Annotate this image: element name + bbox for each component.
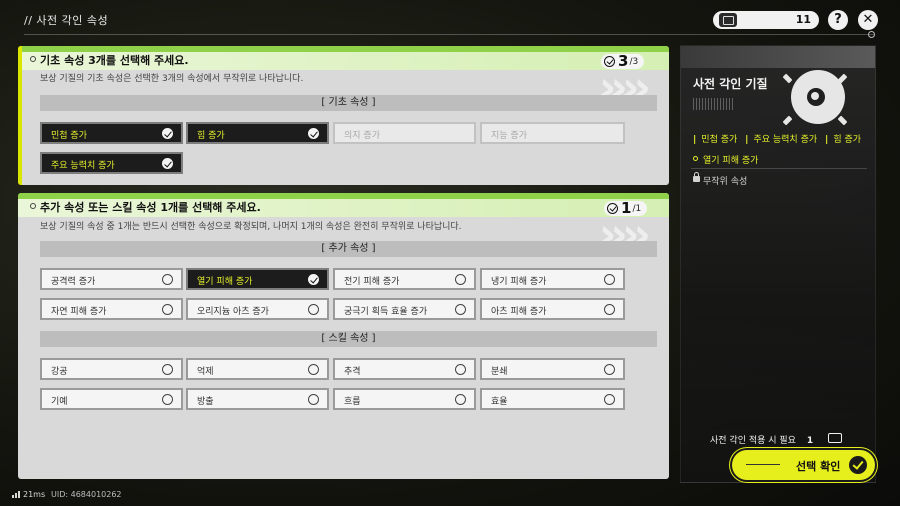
ticket-icon: [828, 433, 842, 443]
currency-counter: 11: [713, 11, 819, 29]
close-button[interactable]: ✕: [858, 10, 878, 30]
panel-divider: [691, 168, 867, 169]
option-electric-damage[interactable]: 전기 피해 증가: [333, 268, 476, 290]
section-label-basic: [ 기초 속성 ]: [40, 95, 657, 111]
max-count: 1: [635, 203, 642, 214]
option-skill-efficiency[interactable]: 효율: [480, 388, 625, 410]
emblem-tick: [837, 73, 848, 84]
stat-2: 주요 능력치 증가: [753, 135, 818, 145]
top-bar: // 사전 각인 속성 11 ? ✕: [0, 0, 900, 40]
panel-top-strip: [681, 46, 875, 68]
selected-basic-stats: | 민첩 증가 | 주요 능력치 증가 | 힘 증가: [693, 135, 862, 145]
emblem-tick: [782, 73, 793, 84]
selected-extra-stat: 열기 피해 증가: [703, 156, 759, 166]
confirm-selection-button[interactable]: 선택 확인: [732, 450, 875, 480]
radio-icon: [455, 394, 466, 405]
radio-icon: [162, 274, 173, 285]
radio-icon: [308, 394, 319, 405]
check-circle-icon: [849, 456, 867, 474]
radio-icon: [308, 304, 319, 315]
selection-count-badge: 1 / 1: [604, 199, 648, 217]
title-bullet-icon: [30, 56, 36, 62]
option-main-stat[interactable]: 주요 능력치 증가: [40, 152, 183, 174]
stat-3: 힘 증가: [833, 135, 862, 145]
radio-icon: [604, 304, 615, 315]
option-skill-heavy[interactable]: 강공: [40, 358, 183, 380]
stat-1: 민첩 증가: [701, 135, 738, 145]
button-line-decoration: [746, 464, 780, 465]
ticket-icon: [719, 13, 737, 27]
radio-icon: [162, 394, 173, 405]
currency-count: 11: [795, 13, 811, 26]
option-skill-release[interactable]: 방출: [186, 388, 329, 410]
signal-icon: [12, 491, 21, 498]
basic-attribute-card: 기초 속성 3개를 선택해 주세요. 보상 기질의 기초 속성은 선택한 3개의…: [18, 46, 669, 185]
check-icon: [162, 158, 173, 169]
radio-icon: [455, 274, 466, 285]
confirm-label: 선택 확인: [796, 460, 841, 473]
option-originium-arts[interactable]: 오리지늄 아츠 증가: [186, 298, 329, 320]
option-intellect[interactable]: 지능 증가: [480, 122, 625, 144]
check-icon: [308, 274, 319, 285]
check-circle-icon: [607, 203, 618, 214]
essence-emblem-icon: [791, 70, 845, 124]
max-count: 3: [632, 56, 639, 67]
radio-icon: [455, 304, 466, 315]
option-strength[interactable]: 힘 증가: [186, 122, 329, 144]
random-attribute-label: 무작위 속성: [703, 177, 748, 187]
ping-readout: 21ms: [23, 490, 46, 499]
card-title: 추가 속성 또는 스킬 속성 1개를 선택해 주세요.: [40, 201, 261, 214]
extra-stat-bullet-icon: [693, 156, 698, 161]
page-title: // 사전 각인 속성: [24, 14, 109, 27]
check-circle-icon: [604, 56, 615, 67]
divider-knob: [868, 31, 875, 38]
option-will[interactable]: 의지 증가: [333, 122, 476, 144]
title-divider: [24, 34, 874, 35]
option-heat-damage[interactable]: 열기 피해 증가: [186, 268, 329, 290]
panel-title: 사전 각인 기질: [693, 77, 768, 91]
radio-icon: [604, 364, 615, 375]
radio-icon: [455, 364, 466, 375]
radio-icon: [162, 304, 173, 315]
option-skill-flow[interactable]: 흐름: [333, 388, 476, 410]
option-skill-crush[interactable]: 분쇄: [480, 358, 625, 380]
check-icon: [162, 128, 173, 139]
selection-count-badge: 3 / 3: [601, 52, 645, 70]
option-skill-suppress[interactable]: 억제: [186, 358, 329, 380]
emblem-tick: [782, 115, 793, 126]
check-icon: [308, 128, 319, 139]
option-skill-pursuit[interactable]: 추격: [333, 358, 476, 380]
option-ultimate-gain[interactable]: 궁극기 획득 효율 증가: [333, 298, 476, 320]
barcode-decoration: [693, 98, 733, 110]
selected-count: 1: [621, 199, 632, 217]
extra-attribute-card: 추가 속성 또는 스킬 속성 1개를 선택해 주세요. 보상 기질의 속성 중 …: [18, 193, 669, 479]
option-arts-damage[interactable]: 아츠 피해 증가: [480, 298, 625, 320]
card-description: 보상 기질의 기초 속성은 선택한 3개의 속성에서 무작위로 나타납니다.: [40, 74, 304, 84]
lock-icon: [693, 172, 700, 182]
option-skill-technique[interactable]: 기예: [40, 388, 183, 410]
radio-icon: [308, 364, 319, 375]
option-attack[interactable]: 공격력 증가: [40, 268, 183, 290]
section-label-extra: [ 추가 속성 ]: [40, 241, 657, 257]
option-cold-damage[interactable]: 냉기 피해 증가: [480, 268, 625, 290]
card-description: 보상 기질의 속성 중 1개는 반드시 선택한 속성으로 확정되며, 나머지 1…: [40, 222, 462, 232]
requirement-text: 사전 각인 적용 시 필요 1: [710, 436, 814, 446]
active-card-accent: [18, 46, 22, 185]
emblem-tick: [837, 115, 848, 126]
radio-icon: [162, 364, 173, 375]
radio-icon: [604, 394, 615, 405]
option-nature-damage[interactable]: 자연 피해 증가: [40, 298, 183, 320]
option-agility[interactable]: 민첩 증가: [40, 122, 183, 144]
user-id: UID: 4684010262: [51, 490, 122, 499]
help-button[interactable]: ?: [828, 10, 848, 30]
radio-icon: [604, 274, 615, 285]
preview-panel: 사전 각인 기질 | 민첩 증가 | 주요 능력치 증가 | 힘 증가 열기 피해 증…: [680, 45, 876, 483]
section-label-skill: [ 스킬 속성 ]: [40, 331, 657, 347]
requirement-count: 1: [806, 436, 814, 446]
selected-count: 3: [618, 52, 629, 70]
close-icon: ✕: [862, 12, 874, 27]
card-title: 기초 속성 3개를 선택해 주세요.: [40, 54, 189, 67]
title-bullet-icon: [30, 203, 36, 209]
